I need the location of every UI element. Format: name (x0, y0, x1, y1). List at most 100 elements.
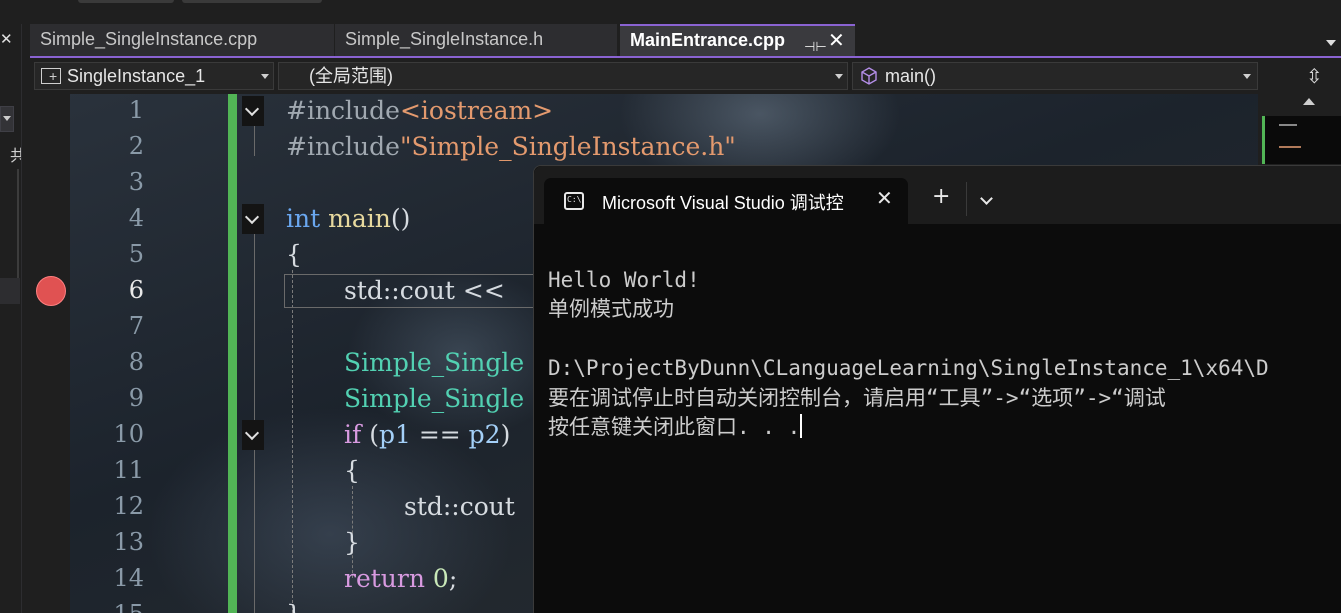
tab-simple-singleinstance-h[interactable]: Simple_SingleInstance.h (335, 24, 617, 56)
split-editor-icon[interactable]: ⇳ (1306, 64, 1323, 88)
line-number: 13 (113, 528, 144, 556)
code-token: } (286, 600, 302, 613)
pin-icon[interactable]: ⊣⊢ (804, 33, 827, 61)
chevron-down-icon (835, 74, 843, 79)
tab-simple-singleinstance-cpp[interactable]: Simple_SingleInstance.cpp (30, 24, 334, 56)
code-token: { (286, 240, 302, 269)
code-token: ; (448, 564, 458, 593)
chevron-down-icon (3, 116, 11, 121)
code-token: ( (361, 420, 379, 449)
code-token: Simple_Single (344, 384, 525, 413)
title-strip (0, 0, 1341, 24)
line-number: 1 (128, 96, 144, 124)
code-line-14: return 0; (344, 564, 457, 593)
code-token: #include (286, 132, 400, 161)
code-line-1: #include<iostream> (286, 96, 553, 125)
line-number: 15 (113, 600, 144, 613)
code-token: if (344, 420, 362, 449)
output-line: 单例模式成功 (548, 297, 674, 321)
breakpoint-margin[interactable] (30, 94, 70, 613)
code-token: std::cout (404, 492, 515, 521)
output-line: 要在调试停止时自动关闭控制台，请启用“工具”->“选项”->“调试 (548, 385, 1166, 410)
code-token: () (390, 204, 411, 233)
fold-toggle-icon[interactable] (242, 96, 264, 126)
terminal-output[interactable]: Hello World! 单例模式成功 D:\ProjectByDunn\CLan… (548, 236, 1269, 502)
line-number: 4 (128, 204, 144, 232)
code-token: 0 (424, 564, 449, 593)
line-number: 2 (128, 132, 144, 160)
minimap-viewport[interactable] (1262, 116, 1341, 164)
project-icon (41, 63, 61, 89)
fold-toggle-icon[interactable] (242, 420, 264, 450)
code-token: int (286, 204, 321, 233)
line-number-current: 6 (128, 276, 144, 304)
line-number: 14 (113, 564, 144, 592)
code-line-12: std::cout (404, 492, 515, 521)
code-token: std::cout (344, 276, 455, 305)
minimap-line (1279, 124, 1297, 126)
code-token: p1 (378, 420, 411, 449)
code-token: Simple_Single (344, 348, 525, 377)
new-tab-button[interactable]: + (932, 184, 950, 209)
panel-dropdown[interactable] (0, 106, 14, 132)
left-tool-panel: ✕ 共 (0, 24, 22, 613)
terminal-titlebar: C:\ Microsoft Visual Studio 调试控 ✕ + (534, 166, 1341, 224)
project-name: SingleInstance_1 (67, 66, 206, 86)
scroll-up-icon[interactable] (1303, 98, 1315, 105)
toolbar-stub (182, 0, 322, 3)
close-icon[interactable]: ✕ (876, 186, 893, 210)
line-number: 11 (113, 456, 144, 484)
code-line-9: Simple_Single (344, 384, 524, 413)
output-line: D:\ProjectByDunn\CLanguageLearning\Singl… (548, 356, 1269, 380)
tab-label: MainEntrance.cpp (630, 30, 786, 50)
output-line: Hello World! (548, 267, 700, 292)
member-name: main() (885, 66, 937, 86)
breakpoint-icon[interactable] (36, 276, 66, 306)
chevron-down-icon (1243, 74, 1251, 79)
line-number: 5 (128, 240, 144, 268)
line-number: 10 (113, 420, 144, 448)
code-line-5: { (286, 240, 302, 269)
terminal-tab[interactable]: C:\ Microsoft Visual Studio 调试控 ✕ (544, 178, 908, 224)
code-token: { (344, 456, 360, 485)
fold-toggle-icon[interactable] (242, 204, 264, 234)
code-line-6: std::cout << (344, 276, 505, 305)
tab-label: Simple_SingleInstance.h (345, 29, 544, 49)
line-number: 3 (128, 168, 144, 196)
navigation-bar: SingleInstance_1 (全局范围) main() ⇳ (30, 60, 1341, 92)
project-dropdown[interactable]: SingleInstance_1 (34, 62, 274, 90)
fold-line (254, 234, 255, 434)
chevron-down-icon (261, 74, 269, 79)
code-token: << (454, 276, 505, 305)
line-number-gutter: 1 2 3 4 5 6 7 8 9 10 11 12 13 14 15 (70, 94, 230, 613)
minimap-line (1279, 146, 1301, 148)
close-icon[interactable]: ✕ (0, 30, 14, 48)
close-icon[interactable]: ✕ (828, 26, 845, 54)
code-token: == (410, 420, 469, 449)
tree-guide (17, 169, 19, 284)
output-line: 按任意键关闭此窗口. . . (548, 415, 801, 439)
terminal-tab-title: Microsoft Visual Studio 调试控 (602, 193, 844, 213)
code-line-10: if (p1 == p2) (344, 420, 510, 449)
fold-line (254, 126, 255, 156)
text-cursor (800, 414, 803, 438)
console-icon: C:\ (564, 192, 584, 210)
tab-mainentrance-cpp[interactable]: MainEntrance.cpp ⊣⊢ ✕ (620, 24, 855, 56)
code-token: #include (286, 96, 400, 125)
debug-console-window[interactable]: C:\ Microsoft Visual Studio 调试控 ✕ + Hell… (533, 165, 1341, 613)
member-dropdown[interactable]: main() (852, 62, 1258, 90)
chevron-down-icon[interactable] (980, 192, 993, 205)
code-line-8: Simple_Single (344, 348, 524, 377)
code-line-4: int main() (286, 204, 410, 233)
line-number: 12 (113, 492, 144, 520)
code-token: return (344, 564, 425, 593)
selected-tree-item[interactable] (0, 278, 20, 304)
document-tab-bar: Simple_SingleInstance.cpp Simple_SingleI… (30, 24, 1341, 58)
change-tracking-bar (228, 94, 237, 613)
line-number: 8 (128, 348, 144, 376)
tab-label: Simple_SingleInstance.cpp (40, 29, 258, 49)
scope-dropdown[interactable]: (全局范围) (278, 62, 848, 90)
tab-overflow-icon[interactable] (1326, 40, 1336, 46)
code-line-11: { (344, 456, 360, 485)
